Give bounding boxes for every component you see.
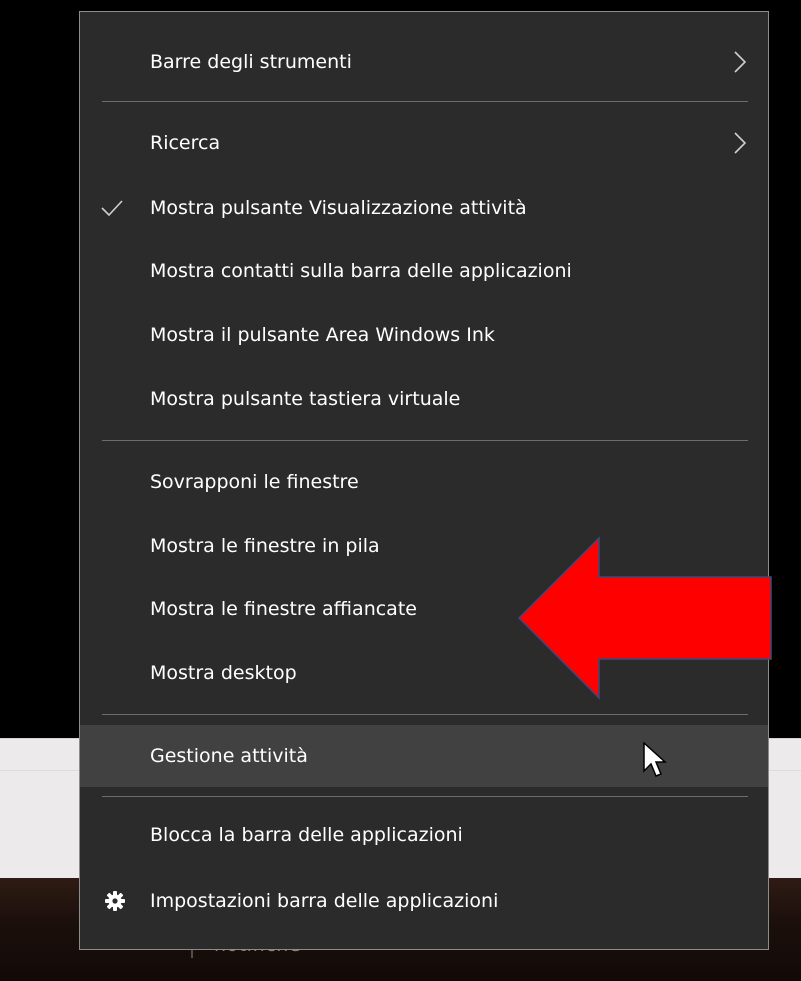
mouse-cursor-icon	[643, 742, 667, 777]
menu-item-label: Barre degli strumenti	[150, 51, 352, 73]
chevron-right-icon	[734, 132, 746, 154]
menu-item-label: Mostra desktop	[150, 662, 297, 684]
menu-separator	[102, 101, 748, 102]
menu-separator	[102, 714, 748, 715]
menu-item-label: Mostra le finestre affiancate	[150, 598, 417, 620]
menu-separator	[102, 440, 748, 441]
red-arrow-icon	[517, 536, 772, 700]
menu-item-cascade-windows[interactable]: Sovrapponi le finestre	[80, 451, 768, 513]
menu-item-label: Mostra pulsante tastiera virtuale	[150, 388, 461, 410]
menu-separator	[102, 796, 748, 797]
menu-item-label: Mostra il pulsante Area Windows Ink	[150, 324, 495, 346]
menu-item-toolbars[interactable]: Barre degli strumenti	[80, 31, 768, 93]
menu-item-label: Mostra le finestre in pila	[150, 535, 380, 557]
menu-item-lock-taskbar[interactable]: Blocca la barra delle applicazioni	[80, 804, 768, 866]
taskbar-context-menu: Barre degli strumenti Ricerca Mostra pul…	[79, 11, 769, 950]
menu-item-label: Blocca la barra delle applicazioni	[150, 824, 463, 846]
menu-item-taskbar-settings[interactable]: Impostazioni barra delle applicazioni	[80, 870, 768, 932]
menu-item-label: Mostra contatti sulla barra delle applic…	[150, 260, 572, 282]
menu-item-windows-ink-button[interactable]: Mostra il pulsante Area Windows Ink	[80, 304, 768, 366]
checkmark-icon	[101, 200, 123, 216]
chevron-right-icon	[734, 51, 746, 73]
menu-item-label: Mostra pulsante Visualizzazione attività	[150, 197, 527, 219]
menu-item-show-task-view-button[interactable]: Mostra pulsante Visualizzazione attività	[80, 177, 768, 239]
menu-item-search[interactable]: Ricerca	[80, 112, 768, 174]
gear-icon	[105, 891, 125, 911]
menu-item-label: Impostazioni barra delle applicazioni	[150, 890, 499, 912]
menu-item-touch-keyboard-button[interactable]: Mostra pulsante tastiera virtuale	[80, 368, 768, 430]
menu-item-show-contacts[interactable]: Mostra contatti sulla barra delle applic…	[80, 240, 768, 302]
menu-item-label: Ricerca	[150, 132, 221, 154]
menu-item-label: Sovrapponi le finestre	[150, 471, 359, 493]
menu-item-label: Gestione attività	[150, 745, 308, 767]
